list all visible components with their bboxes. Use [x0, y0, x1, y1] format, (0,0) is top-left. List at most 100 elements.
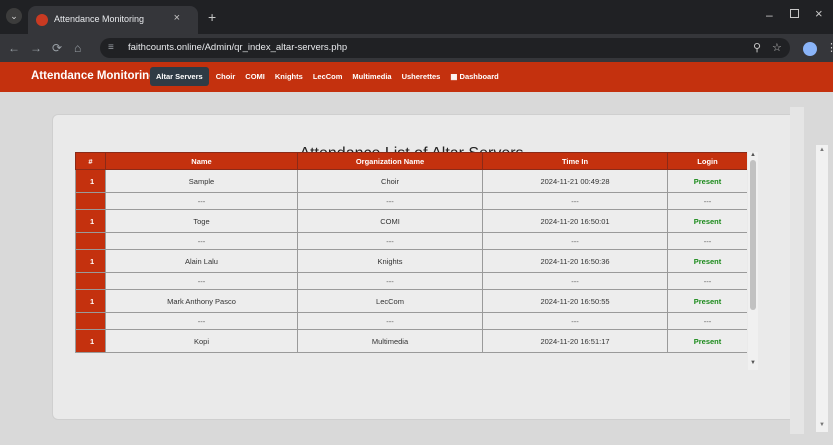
table-scroll-up-icon[interactable]: ▲ [748, 152, 758, 158]
table-row: 1 Toge COMI 2024-11-20 16:50:01 Present [75, 209, 747, 233]
table-row: 1 Mark Anthony Pasco LecCom 2024-11-20 1… [75, 289, 747, 313]
row-org: Knights [297, 249, 483, 273]
nav-multimedia[interactable]: Multimedia [349, 67, 394, 86]
back-icon[interactable]: ← [8, 41, 20, 55]
row-name: Alain Lalu [105, 249, 298, 273]
row-org: LecCom [297, 289, 483, 313]
row-name: Mark Anthony Pasco [105, 289, 298, 313]
app-navbar: Attendance Monitoring Altar Servers Choi… [0, 62, 833, 92]
row-time: 2024-11-20 16:50:36 [482, 249, 668, 273]
row-time: 2024-11-20 16:51:17 [482, 329, 668, 353]
separator-row: --- --- --- --- [75, 312, 747, 330]
sep-cell: --- [482, 192, 668, 210]
url-text[interactable]: faithcounts.online/Admin/qr_index_altar-… [128, 42, 347, 53]
table-scroll-thumb[interactable] [750, 160, 756, 310]
nav-usherettes[interactable]: Usherettes [399, 67, 444, 86]
sep-cell: --- [482, 232, 668, 250]
nav-dashboard[interactable]: ▦ Dashboard [447, 67, 501, 86]
col-header-org: Organization Name [297, 152, 483, 170]
sep-cell: --- [105, 272, 298, 290]
sep-cell: --- [667, 312, 747, 330]
attendance-table: # Name Organization Name Time In Login 1… [75, 152, 747, 353]
bookmark-star-icon[interactable]: ☆ [772, 41, 782, 54]
table-row: 1 Sample Choir 2024-11-21 00:49:28 Prese… [75, 169, 747, 193]
reload-icon[interactable]: ⟳ [52, 41, 62, 55]
zoom-icon[interactable]: ⚲ [753, 41, 761, 54]
tab-search-icon[interactable]: ⌄ [6, 8, 22, 24]
address-bar: ← → ⟳ ⌂ ≡ faithcounts.online/Admin/qr_in… [0, 34, 833, 62]
browser-tabbar: ⌄ Attendance Monitoring × + – × [0, 0, 833, 34]
favicon-icon [36, 14, 48, 26]
nav-knights[interactable]: Knights [272, 67, 306, 86]
brand-title[interactable]: Attendance Monitoring [31, 70, 156, 82]
close-window-icon[interactable]: × [815, 6, 823, 21]
separator-row: --- --- --- --- [75, 192, 747, 210]
row-login: Present [667, 289, 747, 313]
sep-cell: --- [297, 192, 483, 210]
nav-altar-servers[interactable]: Altar Servers [150, 67, 209, 86]
tab-title: Attendance Monitoring [54, 14, 145, 24]
col-header-login: Login [667, 152, 747, 170]
table-scroll-down-icon[interactable]: ▼ [748, 360, 758, 366]
sep-cell: --- [105, 312, 298, 330]
attendance-table-wrapper: # Name Organization Name Time In Login 1… [75, 152, 747, 370]
profile-avatar[interactable] [803, 42, 817, 56]
sep-cell: --- [297, 232, 483, 250]
row-num: 1 [75, 249, 106, 273]
sep-num [75, 312, 106, 330]
row-num: 1 [75, 209, 106, 233]
table-row: 1 Kopi Multimedia 2024-11-20 16:51:17 Pr… [75, 329, 747, 353]
minimize-icon[interactable]: – [766, 8, 773, 22]
row-login: Present [667, 169, 747, 193]
home-icon[interactable]: ⌂ [74, 41, 81, 55]
close-tab-icon[interactable]: × [174, 12, 180, 24]
sep-cell: --- [482, 272, 668, 290]
row-num: 1 [75, 169, 106, 193]
new-tab-icon[interactable]: + [208, 9, 216, 25]
nav-choir[interactable]: Choir [213, 67, 239, 86]
separator-row: --- --- --- --- [75, 272, 747, 290]
row-login: Present [667, 249, 747, 273]
row-name: Sample [105, 169, 298, 193]
card-scrollbar[interactable]: ▲ ▼ [816, 145, 828, 432]
sep-cell: --- [297, 272, 483, 290]
row-time: 2024-11-20 16:50:55 [482, 289, 668, 313]
sep-cell: --- [482, 312, 668, 330]
row-time: 2024-11-21 00:49:28 [482, 169, 668, 193]
sep-cell: --- [297, 312, 483, 330]
sep-num [75, 192, 106, 210]
sep-cell: --- [667, 272, 747, 290]
page-scrollbar[interactable] [790, 107, 804, 434]
scroll-down-icon[interactable]: ▼ [816, 422, 828, 428]
forward-icon[interactable]: → [30, 41, 42, 55]
table-header-row: # Name Organization Name Time In Login [75, 152, 747, 170]
row-num: 1 [75, 329, 106, 353]
row-name: Toge [105, 209, 298, 233]
row-org: Choir [297, 169, 483, 193]
browser-tab[interactable]: Attendance Monitoring × [28, 6, 198, 34]
row-org: Multimedia [297, 329, 483, 353]
url-bar[interactable]: ≡ faithcounts.online/Admin/qr_index_alta… [100, 38, 790, 58]
row-time: 2024-11-20 16:50:01 [482, 209, 668, 233]
nav-leccom[interactable]: LecCom [310, 67, 346, 86]
maximize-icon[interactable] [790, 9, 799, 18]
col-header-name: Name [105, 152, 298, 170]
separator-row: --- --- --- --- [75, 232, 747, 250]
table-scrollbar[interactable]: ▲ ▼ [748, 152, 758, 370]
row-num: 1 [75, 289, 106, 313]
scroll-up-icon[interactable]: ▲ [816, 147, 828, 153]
row-login: Present [667, 329, 747, 353]
site-settings-icon[interactable]: ≡ [108, 42, 120, 54]
dashboard-icon: ▦ [450, 72, 460, 81]
nav-comi[interactable]: COMI [242, 67, 268, 86]
col-header-time: Time In [482, 152, 668, 170]
browser-menu-icon[interactable]: ⋮ [826, 41, 833, 54]
row-org: COMI [297, 209, 483, 233]
sep-cell: --- [667, 192, 747, 210]
table-row: 1 Alain Lalu Knights 2024-11-20 16:50:36… [75, 249, 747, 273]
col-header-num: # [75, 152, 106, 170]
nav-links: Altar Servers Choir COMI Knights LecCom … [150, 67, 502, 86]
nav-dashboard-label: Dashboard [459, 72, 499, 81]
row-login: Present [667, 209, 747, 233]
sep-num [75, 272, 106, 290]
